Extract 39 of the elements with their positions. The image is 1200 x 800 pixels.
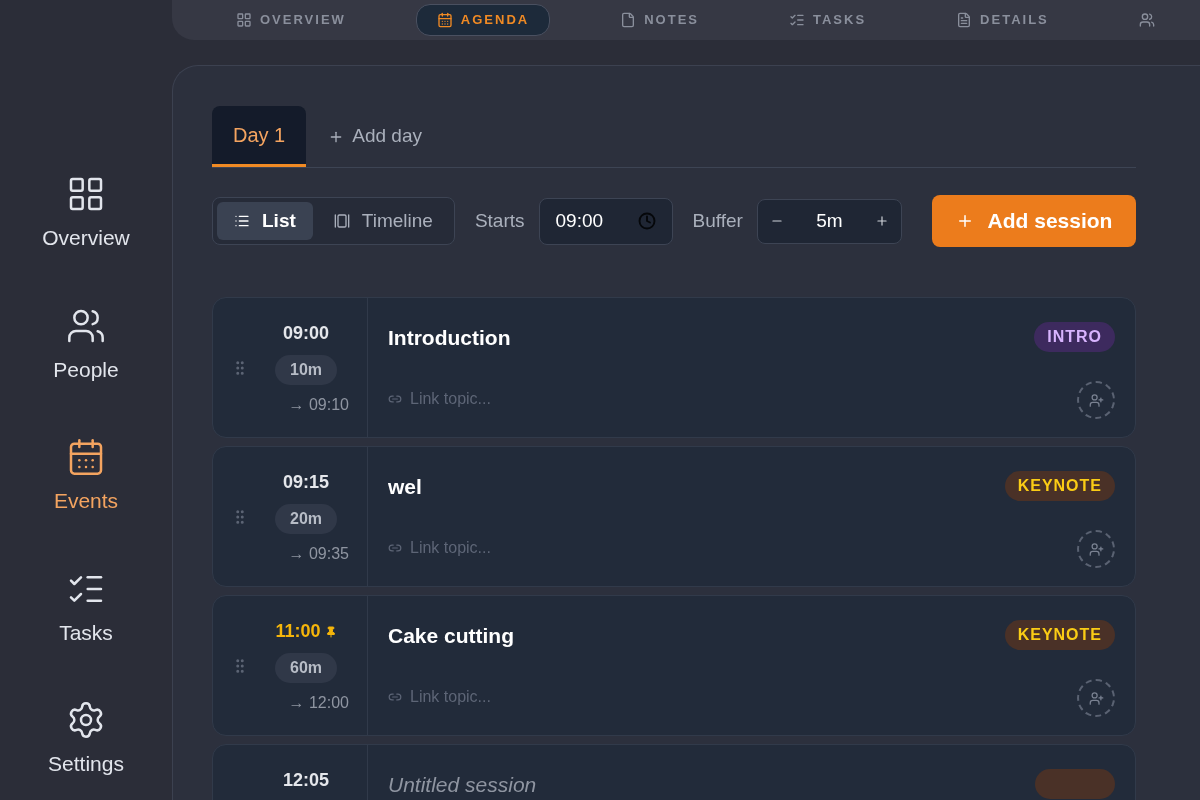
tag-badge: KEYNOTE — [1004, 620, 1115, 650]
session-end-time: → 12:00 — [288, 693, 349, 713]
sidebar-item[interactable]: Events — [53, 437, 119, 517]
session-end-time: → 09:10 — [288, 395, 349, 415]
start-time-field[interactable]: 09:00 — [538, 197, 673, 245]
session-title[interactable]: Introduction — [388, 322, 511, 354]
view-tab[interactable]: List — [217, 202, 313, 240]
session-card[interactable]: 09:15 20m → 09:35 wel KEYNOTE Link topic... — [212, 446, 1136, 587]
session-card[interactable]: 11:00 60m → 12:00 Cake cutting KEYNOTE Link topic... — [212, 595, 1136, 736]
session-title[interactable]: wel — [388, 471, 422, 503]
top-tab[interactable]: TASKS — [769, 4, 887, 36]
session-title[interactable]: Cake cutting — [388, 620, 515, 652]
sidebar-item[interactable]: Overview — [42, 174, 130, 254]
top-tab[interactable]: NOTES — [600, 4, 719, 36]
session-title[interactable]: Untitled session — [388, 769, 537, 800]
day-tab[interactable]: Day 1 — [212, 106, 307, 167]
sidebar-item[interactable]: People — [53, 305, 119, 385]
sidebar-item[interactable]: Tasks — [59, 568, 113, 648]
view-tab[interactable]: Timeline — [316, 202, 450, 240]
top-tab[interactable]: AGENDA — [415, 4, 551, 36]
session-start-time: 09:00 — [282, 322, 329, 345]
tag-badge: INTRO — [1034, 322, 1115, 352]
tag-badge: KEYNOTE — [1004, 471, 1115, 501]
top-tab[interactable]: DETAILS — [936, 4, 1069, 36]
starts-label: Starts — [474, 208, 525, 233]
sidebar-item[interactable]: Settings — [48, 700, 124, 780]
session-start-time: 09:15 — [282, 471, 329, 494]
session-card[interactable]: 12:05 Untitled session — [212, 744, 1136, 800]
buffer-label: Buffer — [692, 208, 743, 233]
duration-pill[interactable]: 60m — [275, 653, 337, 683]
duration-pill[interactable]: 10m — [275, 355, 337, 385]
session-start-time: 12:05 — [282, 769, 329, 792]
session-start-time: 11:00 — [275, 620, 321, 643]
add-day-button[interactable]: Add day — [314, 106, 436, 167]
top-tab[interactable]: OVERVIEW — [216, 4, 366, 36]
duration-pill[interactable]: 20m — [275, 504, 337, 534]
session-card[interactable]: 09:00 10m → 09:10 Introduction INTRO Link topic... — [212, 297, 1136, 438]
buffer-value: 5m — [816, 208, 843, 233]
session-end-time: → 09:35 — [288, 544, 349, 564]
